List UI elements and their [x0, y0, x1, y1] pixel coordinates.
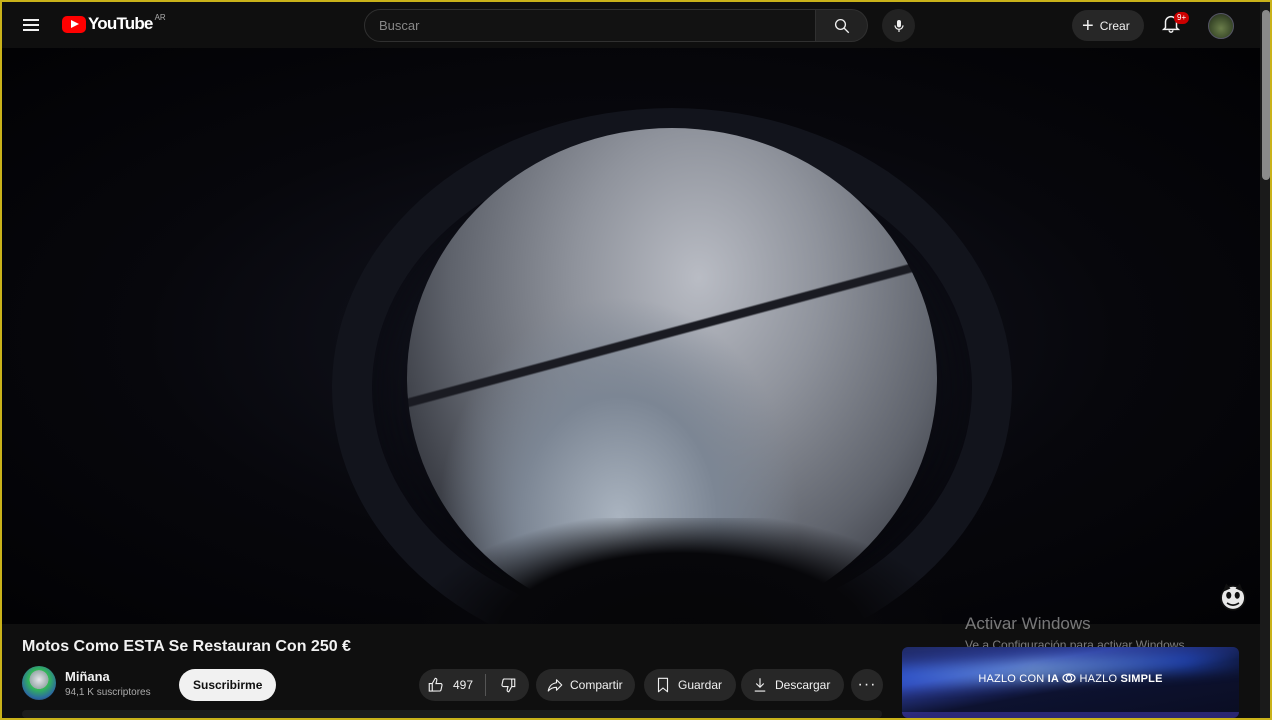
description-preview-strip	[22, 710, 882, 718]
download-label: Descargar	[775, 678, 831, 692]
share-button[interactable]: Compartir	[536, 669, 635, 701]
like-count: 497	[453, 678, 474, 692]
thumbs-up-icon	[428, 677, 443, 692]
download-icon	[754, 678, 766, 692]
create-label: Crear	[1099, 18, 1130, 33]
bookmark-icon	[657, 677, 669, 693]
save-button[interactable]: Guardar	[644, 669, 737, 701]
watermark-title: Activar Windows	[965, 614, 1091, 633]
ad-text-part4: SIMPLE	[1120, 673, 1163, 685]
share-label: Compartir	[570, 678, 623, 692]
ad-text: HAZLO CON IA HAZLO SIMPLE	[902, 673, 1239, 685]
video-title: Motos Como ESTA Se Restauran Con 250 €	[22, 638, 351, 655]
ai-logo-icon	[1062, 673, 1076, 683]
ad-bottom-bar	[902, 712, 1239, 718]
create-button[interactable]: + Crear	[1072, 10, 1144, 41]
youtube-logo[interactable]: YouTube AR	[62, 12, 166, 34]
search-button[interactable]	[816, 9, 868, 42]
thumbs-down-icon	[500, 678, 515, 693]
ad-text-part2: IA	[1047, 673, 1060, 685]
download-button[interactable]: Descargar	[741, 669, 845, 701]
country-code: AR	[154, 12, 166, 22]
youtube-play-icon	[62, 15, 86, 33]
microphone-icon	[893, 19, 904, 32]
more-actions-button[interactable]: ···	[851, 669, 883, 701]
search-icon	[834, 18, 849, 33]
subscriber-count: 94,1 K suscriptores	[65, 687, 151, 698]
top-bar: YouTube AR + Crear	[2, 2, 1260, 48]
subscribe-button[interactable]: Suscribirme	[179, 669, 277, 701]
scrollbar-thumb[interactable]	[1262, 10, 1270, 180]
notification-badge: 9+	[1174, 12, 1190, 24]
dislike-button[interactable]	[486, 669, 529, 701]
share-icon	[547, 679, 563, 692]
account-avatar[interactable]	[1208, 13, 1234, 39]
channel-avatar[interactable]	[22, 666, 56, 700]
like-dislike-group: 497	[419, 669, 529, 701]
like-button[interactable]: 497	[419, 669, 485, 701]
page-scrollbar[interactable]	[1260, 2, 1270, 718]
logo-wordmark: YouTube	[88, 14, 153, 33]
ad-text-part3: HAZLO	[1076, 673, 1121, 685]
search-bar	[364, 9, 868, 42]
menu-icon[interactable]	[18, 12, 44, 38]
ad-text-part1: HAZLO CON	[978, 673, 1048, 685]
video-player[interactable]	[2, 48, 1260, 624]
voice-search-button[interactable]	[882, 9, 915, 42]
save-label: Guardar	[678, 678, 723, 692]
video-frame-shadow	[422, 518, 942, 624]
channel-watermark-icon[interactable]	[1216, 580, 1250, 614]
channel-name[interactable]: Miñana	[65, 669, 110, 684]
plus-icon: +	[1082, 14, 1094, 37]
browser-frame: YouTube AR + Crear	[0, 0, 1272, 720]
search-input[interactable]	[364, 9, 816, 42]
ad-banner[interactable]: HAZLO CON IA HAZLO SIMPLE	[902, 647, 1239, 718]
